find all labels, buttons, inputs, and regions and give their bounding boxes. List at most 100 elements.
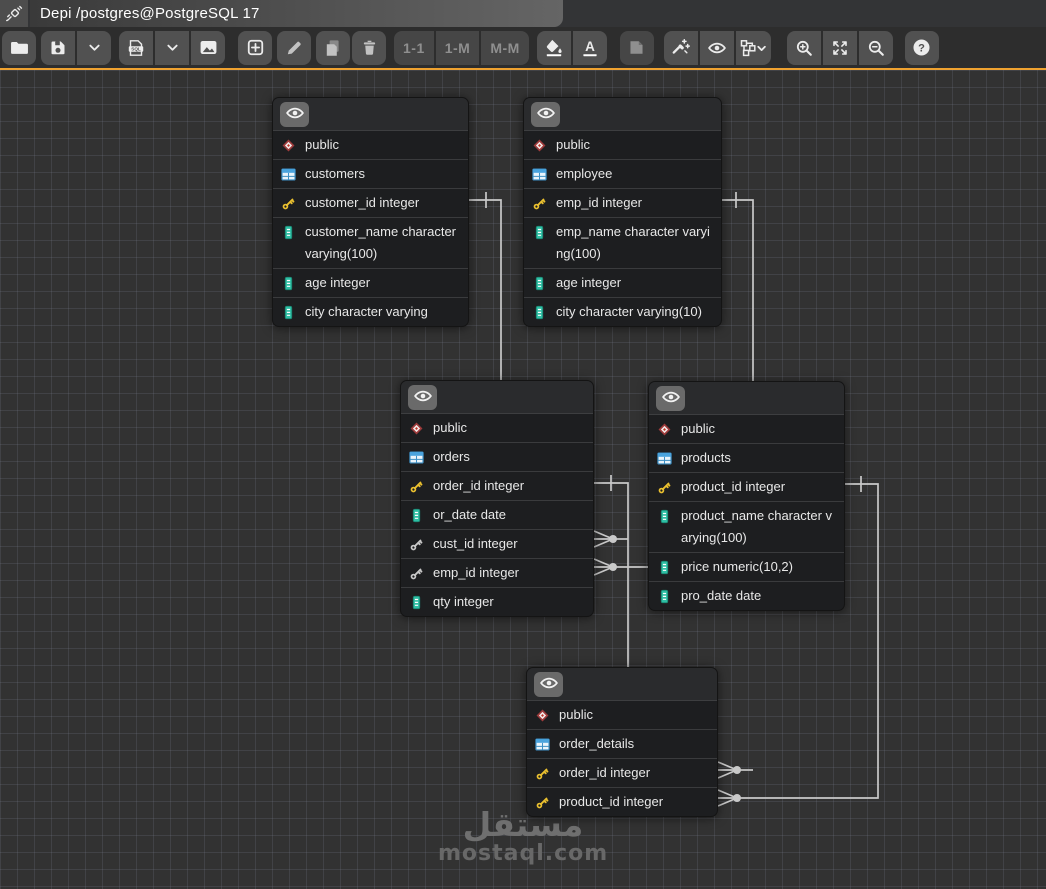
pk-icon [281, 196, 296, 211]
column-icon [657, 509, 672, 524]
sql-dropdown[interactable] [155, 30, 189, 65]
eye-icon [661, 388, 681, 409]
download-image-button[interactable] [191, 30, 225, 65]
generate-sql-button[interactable]: SQL [119, 30, 153, 65]
show-details-button[interactable] [699, 30, 734, 65]
eye-icon [539, 674, 559, 695]
erd-table-employee[interactable]: public employee emp_id integer emp_name cha… [523, 97, 722, 327]
table-details-toggle[interactable] [534, 671, 563, 697]
column-row: order_id integer [401, 472, 593, 501]
row-text: products [681, 450, 731, 465]
column-row: order_id integer [527, 759, 717, 788]
clone-table-button[interactable] [316, 30, 350, 65]
row-text: employee [556, 166, 613, 181]
row-text: order_details [559, 736, 635, 751]
row-text: public [681, 421, 715, 436]
save-dropdown[interactable] [77, 30, 111, 65]
save-project-button[interactable] [41, 30, 75, 65]
auto-align-button[interactable] [663, 30, 698, 65]
svg-text:?: ? [918, 43, 925, 55]
row-text: public [556, 137, 590, 152]
column-icon [281, 276, 296, 291]
column-row: product_id integer [527, 788, 717, 816]
pk-icon [409, 479, 424, 494]
column-icon [281, 225, 296, 240]
row-text: city character varying(10) [556, 304, 702, 319]
fit-icon [831, 39, 849, 57]
erd-table-orders[interactable]: public orders order_id integer or_date date… [400, 380, 594, 617]
table-details-toggle[interactable] [408, 384, 437, 410]
table-name-row: employee [524, 160, 721, 189]
toolbar-group [2, 30, 36, 65]
column-row: city character varying(10) [524, 298, 721, 326]
column-row: emp_id integer [524, 189, 721, 218]
button-label: 1-M [444, 39, 471, 56]
zoom-in-button[interactable] [786, 30, 821, 65]
erd-table-order_details[interactable]: public order_details order_id integer produ… [526, 667, 718, 817]
wand-icon [671, 38, 691, 57]
row-text: qty integer [433, 594, 494, 609]
column-row: qty integer [401, 588, 593, 616]
table-details-toggle[interactable] [656, 385, 685, 411]
table-name-row: order_details [527, 730, 717, 759]
save-icon [49, 39, 67, 57]
add-icon [246, 38, 265, 57]
zoom-to-fit-button[interactable] [822, 30, 857, 65]
open-project-button[interactable] [2, 30, 36, 65]
add-table-button[interactable] [238, 30, 272, 65]
trash-icon [361, 39, 378, 56]
zoomout-icon [867, 39, 885, 57]
drop-table-button[interactable] [352, 30, 386, 65]
column-icon [657, 589, 672, 604]
row-text: pro_date date [681, 588, 762, 603]
help-button[interactable]: ? [904, 30, 939, 65]
button-label: 1-1 [403, 39, 425, 56]
svg-text:SQL: SQL [131, 46, 141, 51]
table-header [401, 381, 593, 414]
row-text: public [559, 707, 593, 722]
table-header [273, 98, 468, 131]
table-details-toggle[interactable] [280, 101, 309, 127]
pencil-icon [285, 39, 303, 57]
cardinality-notation-button[interactable] [735, 30, 771, 65]
column-row: product_id integer [649, 473, 844, 502]
zoom-out-button[interactable] [858, 30, 893, 65]
fk-icon [409, 566, 424, 581]
edit-table-button[interactable] [277, 30, 311, 65]
row-text: customer_id integer [305, 195, 420, 210]
erd-table-customers[interactable]: public customers customer_id integer custom… [272, 97, 469, 327]
column-row: age integer [273, 269, 468, 298]
erd-icon [740, 39, 767, 57]
title-bar: Depi /postgres@PostgreSQL 17 [0, 0, 1046, 27]
table-header [527, 668, 717, 701]
toolbar-group: A [536, 30, 607, 65]
many-to-many-button: M-M [481, 30, 529, 65]
row-text: product_id integer [681, 479, 786, 494]
column-icon [281, 305, 296, 320]
text-color-button[interactable]: A [572, 30, 607, 65]
pk-icon [535, 795, 550, 810]
schema-icon [281, 138, 296, 153]
table-name-row: customers [273, 160, 468, 189]
toolbar-group [786, 30, 893, 65]
eye-icon [285, 104, 305, 125]
button-label: M-M [490, 39, 520, 56]
row-text: order_id integer [433, 478, 525, 493]
column-icon [409, 595, 424, 610]
eye-icon [413, 387, 433, 408]
table-details-toggle[interactable] [531, 101, 560, 127]
column-row: pro_date date [649, 582, 844, 610]
column-row: cust_id integer [401, 530, 593, 559]
table-icon [535, 737, 550, 752]
table-name-row: orders [401, 443, 593, 472]
row-text: price numeric(10,2) [681, 559, 793, 574]
fill-color-button[interactable] [536, 30, 571, 65]
erd-toolbar: SQL 1-1 1-M M-M A? [0, 27, 1046, 70]
image-icon [199, 38, 218, 57]
toolbar-group: ? [904, 30, 939, 65]
toolbar-group [352, 30, 386, 65]
toolbar-group: SQL [119, 30, 225, 65]
bucket-icon [544, 38, 564, 57]
erd-table-products[interactable]: public products product_id integer product_… [648, 381, 845, 611]
column-row: or_date date [401, 501, 593, 530]
